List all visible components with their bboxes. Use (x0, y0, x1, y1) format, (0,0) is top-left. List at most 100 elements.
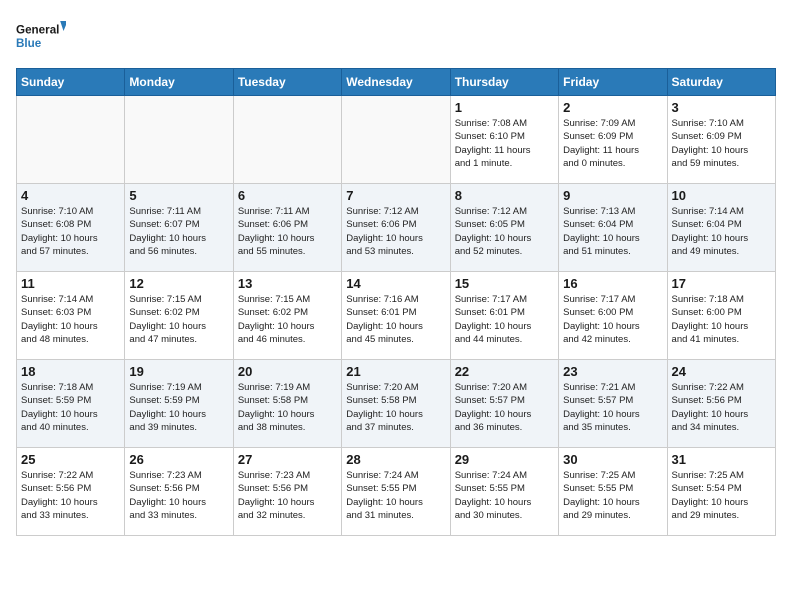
calendar-cell: 11 Sunrise: 7:14 AM Sunset: 6:03 PM Dayli… (17, 272, 125, 360)
day-info: Sunrise: 7:18 AM Sunset: 5:59 PM Dayligh… (21, 381, 120, 434)
day-info: Sunrise: 7:24 AM Sunset: 5:55 PM Dayligh… (455, 469, 554, 522)
day-info: Sunrise: 7:12 AM Sunset: 6:06 PM Dayligh… (346, 205, 445, 258)
day-info: Sunrise: 7:16 AM Sunset: 6:01 PM Dayligh… (346, 293, 445, 346)
calendar-cell: 10 Sunrise: 7:14 AM Sunset: 6:04 PM Dayli… (667, 184, 775, 272)
day-number: 2 (563, 100, 662, 115)
header-friday: Friday (559, 69, 667, 96)
day-info: Sunrise: 7:09 AM Sunset: 6:09 PM Dayligh… (563, 117, 662, 170)
calendar-cell (17, 96, 125, 184)
calendar-cell (125, 96, 233, 184)
day-info: Sunrise: 7:14 AM Sunset: 6:04 PM Dayligh… (672, 205, 771, 258)
calendar-cell: 30Sunrise: 7:25 AM Sunset: 5:55 PM Dayli… (559, 448, 667, 536)
day-number: 19 (129, 364, 228, 379)
svg-text:Blue: Blue (16, 37, 42, 50)
calendar-cell: 18 Sunrise: 7:18 AM Sunset: 5:59 PM Dayli… (17, 360, 125, 448)
day-number: 7 (346, 188, 445, 203)
day-number: 14 (346, 276, 445, 291)
day-info: Sunrise: 7:11 AM Sunset: 6:06 PM Dayligh… (238, 205, 337, 258)
day-info: Sunrise: 7:10 AM Sunset: 6:08 PM Dayligh… (21, 205, 120, 258)
day-info: Sunrise: 7:17 AM Sunset: 6:00 PM Dayligh… (563, 293, 662, 346)
calendar-cell: 14 Sunrise: 7:16 AM Sunset: 6:01 PM Dayli… (342, 272, 450, 360)
day-number: 27 (238, 452, 337, 467)
header-thursday: Thursday (450, 69, 558, 96)
calendar-cell: 21 Sunrise: 7:20 AM Sunset: 5:58 PM Dayli… (342, 360, 450, 448)
calendar-cell: 6 Sunrise: 7:11 AM Sunset: 6:06 PM Daylig… (233, 184, 341, 272)
page-header: General Blue (16, 16, 776, 56)
calendar-cell: 26Sunrise: 7:23 AM Sunset: 5:56 PM Dayli… (125, 448, 233, 536)
calendar-cell: 25 Sunrise: 7:22 AM Sunset: 5:56 PM Dayli… (17, 448, 125, 536)
day-number: 10 (672, 188, 771, 203)
day-info: Sunrise: 7:14 AM Sunset: 6:03 PM Dayligh… (21, 293, 120, 346)
calendar-week-1: 1Sunrise: 7:08 AM Sunset: 6:10 PM Daylig… (17, 96, 776, 184)
logo-svg: General Blue (16, 16, 66, 56)
day-info: Sunrise: 7:22 AM Sunset: 5:56 PM Dayligh… (21, 469, 120, 522)
calendar-week-2: 4 Sunrise: 7:10 AM Sunset: 6:08 PM Daylig… (17, 184, 776, 272)
calendar-cell (233, 96, 341, 184)
calendar-cell: 13Sunrise: 7:15 AM Sunset: 6:02 PM Dayli… (233, 272, 341, 360)
day-info: Sunrise: 7:13 AM Sunset: 6:04 PM Dayligh… (563, 205, 662, 258)
calendar-header-row: SundayMondayTuesdayWednesdayThursdayFrid… (17, 69, 776, 96)
header-wednesday: Wednesday (342, 69, 450, 96)
day-number: 3 (672, 100, 771, 115)
calendar-table: SundayMondayTuesdayWednesdayThursdayFrid… (16, 68, 776, 536)
calendar-cell: 8Sunrise: 7:12 AM Sunset: 6:05 PM Daylig… (450, 184, 558, 272)
calendar-cell: 23 Sunrise: 7:21 AM Sunset: 5:57 PM Dayli… (559, 360, 667, 448)
calendar-week-3: 11 Sunrise: 7:14 AM Sunset: 6:03 PM Dayli… (17, 272, 776, 360)
day-number: 18 (21, 364, 120, 379)
day-number: 9 (563, 188, 662, 203)
day-info: Sunrise: 7:21 AM Sunset: 5:57 PM Dayligh… (563, 381, 662, 434)
calendar-week-4: 18 Sunrise: 7:18 AM Sunset: 5:59 PM Dayli… (17, 360, 776, 448)
day-number: 1 (455, 100, 554, 115)
calendar-cell: 24 Sunrise: 7:22 AM Sunset: 5:56 PM Dayli… (667, 360, 775, 448)
header-monday: Monday (125, 69, 233, 96)
day-number: 21 (346, 364, 445, 379)
calendar-cell: 17 Sunrise: 7:18 AM Sunset: 6:00 PM Dayli… (667, 272, 775, 360)
day-info: Sunrise: 7:24 AM Sunset: 5:55 PM Dayligh… (346, 469, 445, 522)
calendar-cell: 2 Sunrise: 7:09 AM Sunset: 6:09 PM Daylig… (559, 96, 667, 184)
day-number: 23 (563, 364, 662, 379)
calendar-cell: 28 Sunrise: 7:24 AM Sunset: 5:55 PM Dayli… (342, 448, 450, 536)
calendar-cell: 22 Sunrise: 7:20 AM Sunset: 5:57 PM Dayli… (450, 360, 558, 448)
calendar-cell: 19 Sunrise: 7:19 AM Sunset: 5:59 PM Dayli… (125, 360, 233, 448)
day-number: 16 (563, 276, 662, 291)
calendar-cell: 7 Sunrise: 7:12 AM Sunset: 6:06 PM Daylig… (342, 184, 450, 272)
day-number: 28 (346, 452, 445, 467)
calendar-cell: 31 Sunrise: 7:25 AM Sunset: 5:54 PM Dayli… (667, 448, 775, 536)
day-info: Sunrise: 7:19 AM Sunset: 5:58 PM Dayligh… (238, 381, 337, 434)
day-number: 5 (129, 188, 228, 203)
header-sunday: Sunday (17, 69, 125, 96)
day-number: 11 (21, 276, 120, 291)
calendar-cell: 27 Sunrise: 7:23 AM Sunset: 5:56 PM Dayli… (233, 448, 341, 536)
calendar-cell (342, 96, 450, 184)
day-number: 8 (455, 188, 554, 203)
day-number: 25 (21, 452, 120, 467)
day-info: Sunrise: 7:19 AM Sunset: 5:59 PM Dayligh… (129, 381, 228, 434)
day-number: 22 (455, 364, 554, 379)
calendar-cell: 3 Sunrise: 7:10 AM Sunset: 6:09 PM Daylig… (667, 96, 775, 184)
day-number: 29 (455, 452, 554, 467)
day-info: Sunrise: 7:20 AM Sunset: 5:58 PM Dayligh… (346, 381, 445, 434)
day-info: Sunrise: 7:25 AM Sunset: 5:54 PM Dayligh… (672, 469, 771, 522)
day-number: 24 (672, 364, 771, 379)
calendar-cell: 12Sunrise: 7:15 AM Sunset: 6:02 PM Dayli… (125, 272, 233, 360)
day-info: Sunrise: 7:10 AM Sunset: 6:09 PM Dayligh… (672, 117, 771, 170)
day-info: Sunrise: 7:23 AM Sunset: 5:56 PM Dayligh… (238, 469, 337, 522)
day-number: 4 (21, 188, 120, 203)
day-info: Sunrise: 7:22 AM Sunset: 5:56 PM Dayligh… (672, 381, 771, 434)
day-info: Sunrise: 7:20 AM Sunset: 5:57 PM Dayligh… (455, 381, 554, 434)
calendar-cell: 29 Sunrise: 7:24 AM Sunset: 5:55 PM Dayli… (450, 448, 558, 536)
day-number: 31 (672, 452, 771, 467)
calendar-cell: 16 Sunrise: 7:17 AM Sunset: 6:00 PM Dayli… (559, 272, 667, 360)
day-number: 17 (672, 276, 771, 291)
day-number: 6 (238, 188, 337, 203)
header-tuesday: Tuesday (233, 69, 341, 96)
day-number: 30 (563, 452, 662, 467)
calendar-cell: 1Sunrise: 7:08 AM Sunset: 6:10 PM Daylig… (450, 96, 558, 184)
day-number: 13 (238, 276, 337, 291)
svg-text:General: General (16, 24, 59, 37)
day-info: Sunrise: 7:18 AM Sunset: 6:00 PM Dayligh… (672, 293, 771, 346)
day-number: 20 (238, 364, 337, 379)
day-info: Sunrise: 7:11 AM Sunset: 6:07 PM Dayligh… (129, 205, 228, 258)
header-saturday: Saturday (667, 69, 775, 96)
calendar-cell: 20 Sunrise: 7:19 AM Sunset: 5:58 PM Dayli… (233, 360, 341, 448)
